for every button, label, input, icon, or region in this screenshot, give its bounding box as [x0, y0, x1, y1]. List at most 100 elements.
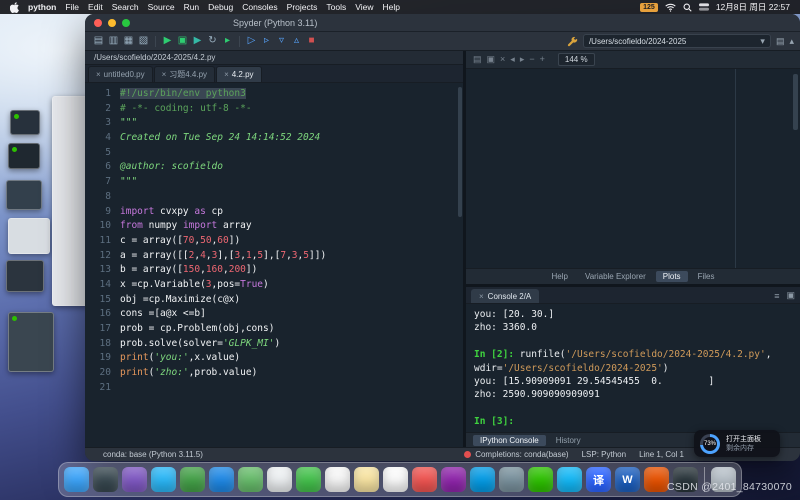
copy-plot-icon[interactable]: ▣ — [487, 54, 496, 65]
dock-reminders[interactable] — [383, 467, 408, 492]
dock-maps[interactable] — [238, 467, 263, 492]
zoom-level[interactable]: 144 % — [558, 53, 595, 66]
code-line-2[interactable]: 2# -*- coding: utf-8 -*- — [85, 102, 463, 117]
preferences-wrench-icon[interactable] — [567, 36, 578, 47]
dock-launchpad[interactable] — [93, 467, 118, 492]
dock-wechat[interactable] — [528, 467, 553, 492]
code-line-15[interactable]: 15obj =cp.Maximize(c@x) — [85, 293, 463, 308]
plots-scrollbar[interactable] — [793, 74, 798, 130]
tab-untitled0.py[interactable]: ×untitled0.py — [88, 66, 153, 82]
dock-music[interactable] — [412, 467, 437, 492]
parent-directory-icon[interactable]: ▴ — [789, 36, 794, 47]
control-center-icon[interactable] — [699, 3, 709, 11]
open-file-icon[interactable]: ▥ — [106, 33, 121, 49]
menu-file[interactable]: File — [65, 2, 79, 12]
memory-widget[interactable]: 73% 打开主面板 剩余内存 — [694, 430, 780, 457]
dock-messages[interactable] — [180, 467, 205, 492]
run-cell-advance-icon[interactable]: ▶ — [190, 33, 205, 49]
code-line-21[interactable]: 21 — [85, 381, 463, 396]
dock-safari[interactable] — [151, 467, 176, 492]
desktop-thumbnail-3[interactable] — [6, 180, 42, 210]
run-icon[interactable]: ▶ — [160, 33, 175, 49]
menu-search[interactable]: Search — [112, 2, 139, 12]
menubar-app-name[interactable]: python — [28, 2, 56, 12]
status-conda-env[interactable]: conda: base (Python 3.11.5) — [103, 450, 203, 459]
dock-settings[interactable] — [499, 467, 524, 492]
working-directory-selector[interactable]: /Users/scofieldo/2024-2025 ▾ — [583, 34, 771, 48]
desktop-thumbnail-6[interactable] — [8, 312, 54, 372]
remove-plot-icon[interactable]: × — [500, 54, 505, 65]
dock-qq[interactable] — [557, 467, 582, 492]
tab-4.2.py[interactable]: ×4.2.py — [216, 66, 261, 82]
stop-icon[interactable]: ■ — [304, 33, 319, 49]
close-icon[interactable]: × — [224, 70, 229, 79]
run-selection-icon[interactable]: ▸ — [220, 33, 235, 49]
desktop-thumbnail-2[interactable] — [8, 143, 40, 169]
code-line-4[interactable]: 4Created on Tue Sep 24 14:14:52 2024 — [85, 131, 463, 146]
code-line-11[interactable]: 11c = array([70,50,60]) — [85, 234, 463, 249]
desktop-thumbnail-5[interactable] — [6, 260, 44, 292]
run-cell-icon[interactable]: ▣ — [175, 33, 190, 49]
apple-menu-icon[interactable] — [10, 2, 19, 13]
code-line-5[interactable]: 5 — [85, 146, 463, 161]
status-completions[interactable]: Completions: conda(base) — [464, 450, 568, 459]
dock-photos[interactable] — [267, 467, 292, 492]
console-output[interactable]: you: [20. 30.]zho: 3360.0 In [2]: runfil… — [466, 304, 800, 432]
save-all-icon[interactable]: ▧ — [136, 33, 151, 49]
dock-appstore[interactable] — [470, 467, 495, 492]
code-line-17[interactable]: 17prob = cp.Problem(obj,cons) — [85, 322, 463, 337]
dock-siri[interactable] — [122, 467, 147, 492]
code-line-12[interactable]: 12a = array([[2,4,3],[3,1,5],[7,3,5]]) — [85, 249, 463, 264]
tab-history[interactable]: History — [549, 435, 588, 446]
editor-scrollbar[interactable] — [458, 87, 462, 217]
minimize-window-button[interactable] — [108, 19, 116, 27]
dock-word[interactable]: W — [615, 467, 640, 492]
tab-ipython-console[interactable]: IPython Console — [473, 435, 546, 446]
dock-podcasts[interactable] — [441, 467, 466, 492]
dock-matlab[interactable] — [644, 467, 669, 492]
menu-consoles[interactable]: Consoles — [242, 2, 277, 12]
code-line-1[interactable]: 1#!/usr/bin/env python3 — [85, 87, 463, 102]
code-line-7[interactable]: 7""" — [85, 175, 463, 190]
tab-variable-explorer[interactable]: Variable Explorer — [578, 271, 653, 282]
zoom-out-icon[interactable]: − — [529, 54, 534, 65]
tab-console-2a[interactable]: × Console 2/A — [471, 289, 539, 303]
battery-indicator[interactable]: 125 — [640, 3, 658, 12]
save-icon[interactable]: ▦ — [121, 33, 136, 49]
dock-finder[interactable] — [64, 467, 89, 492]
close-icon[interactable]: × — [162, 70, 167, 79]
code-line-6[interactable]: 6@author: scofieldo — [85, 160, 463, 175]
save-plot-icon[interactable]: ▤ — [473, 54, 482, 65]
rerun-cell-icon[interactable]: ↻ — [205, 33, 220, 49]
code-line-3[interactable]: 3""" — [85, 116, 463, 131]
close-window-button[interactable] — [94, 19, 102, 27]
code-line-10[interactable]: 10from numpy import array — [85, 219, 463, 234]
menu-tools[interactable]: Tools — [326, 2, 346, 12]
code-line-20[interactable]: 20print('zho:',prob.value) — [85, 366, 463, 381]
zoom-window-button[interactable] — [122, 19, 130, 27]
step-return-icon[interactable]: ▵ — [289, 33, 304, 49]
previous-plot-icon[interactable]: ◂ — [510, 54, 515, 65]
code-line-14[interactable]: 14x =cp.Variable(3,pos=True) — [85, 278, 463, 293]
search-icon[interactable] — [683, 3, 692, 12]
menubar-clock[interactable]: 12月8日 周日 22:57 — [716, 1, 790, 13]
dock-notes[interactable] — [354, 467, 379, 492]
tab-plots[interactable]: Plots — [656, 271, 688, 282]
console-options-menu-icon[interactable]: ≡ — [774, 291, 779, 301]
code-line-18[interactable]: 18prob.solve(solver='GLPK_MI') — [85, 337, 463, 352]
titlebar[interactable]: Spyder (Python 3.11) — [85, 14, 800, 32]
status-lsp[interactable]: LSP: Python — [582, 450, 626, 459]
close-icon[interactable]: × — [96, 70, 101, 79]
browse-directory-icon[interactable]: ▤ — [776, 36, 785, 47]
code-line-19[interactable]: 19print('you:',x.value) — [85, 351, 463, 366]
tab-help[interactable]: Help — [545, 271, 575, 282]
new-file-icon[interactable]: ▤ — [91, 33, 106, 49]
desktop-thumbnail-4[interactable] — [8, 218, 50, 254]
code-line-8[interactable]: 8 — [85, 190, 463, 205]
menu-source[interactable]: Source — [148, 2, 175, 12]
close-icon[interactable]: × — [479, 292, 484, 301]
dock-translate[interactable]: 译 — [586, 467, 611, 492]
menu-debug[interactable]: Debug — [208, 2, 233, 12]
dock-calendar[interactable] — [325, 467, 350, 492]
step-over-icon[interactable]: ▹ — [259, 33, 274, 49]
